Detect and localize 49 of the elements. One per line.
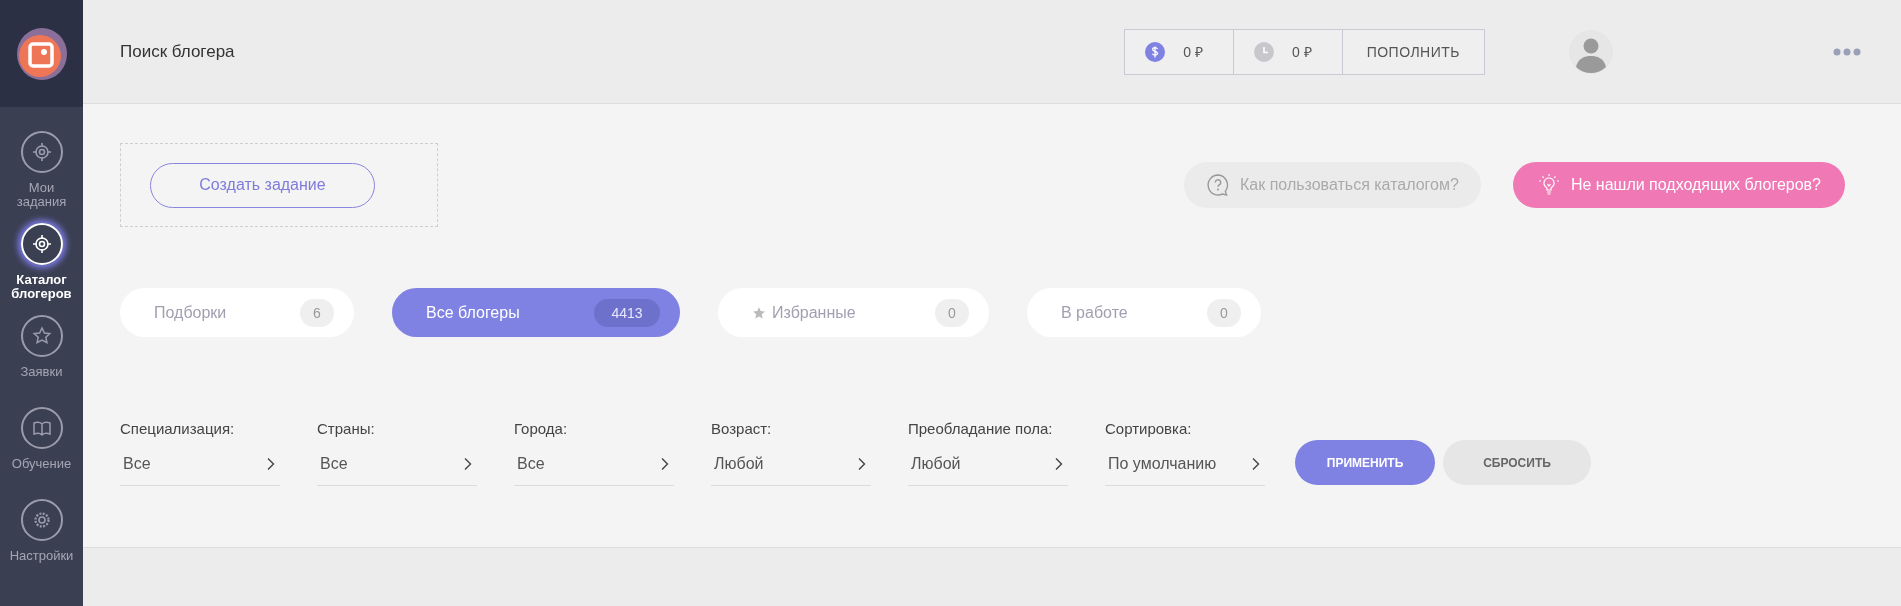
not-found-button[interactable]: Не нашли подходящих блогеров? [1512, 162, 1845, 208]
filter-label: Специализация: [120, 420, 236, 437]
count-badge: 0 [935, 298, 969, 327]
logo-icon[interactable] [15, 26, 68, 81]
filter-label: Возраст: [711, 420, 773, 437]
filter-select[interactable]: Все [317, 455, 477, 486]
top-up-button[interactable]: ПОПОЛНИТЬ [1342, 43, 1484, 60]
filter-label: Преобладание пола: [908, 420, 1054, 437]
tab-label: Избранные [772, 303, 856, 322]
question-bubble-icon [1206, 173, 1230, 197]
tab-label: Подборки [154, 303, 227, 322]
count-badge: 4413 [594, 298, 660, 327]
chevron-right-icon [1251, 457, 1261, 471]
dollar-coin-icon [1145, 41, 1166, 62]
more-icon[interactable] [1833, 47, 1861, 56]
sidebar-label[interactable]: Настройки [5, 549, 78, 563]
filter-label: Сортировка: [1105, 420, 1193, 437]
chevron-right-icon [857, 457, 867, 471]
avatar-icon[interactable] [1569, 29, 1613, 74]
lightbulb-icon [1536, 173, 1561, 197]
filter-label: Страны: [317, 420, 376, 437]
tab[interactable]: Подборки 6 [120, 288, 354, 337]
filter-select[interactable]: Все [514, 455, 674, 486]
tab[interactable]: В работе 0 [1027, 288, 1261, 337]
filter-label: Города: [514, 420, 569, 437]
sidebar-label[interactable]: Обучение [7, 457, 76, 471]
chevron-right-icon [1054, 457, 1064, 471]
tab-label: В работе [1061, 303, 1128, 322]
filter-select[interactable]: Любой [908, 455, 1068, 486]
bonus-amount: 0 ₽ [1291, 43, 1312, 61]
chevron-right-icon [266, 457, 276, 471]
chevron-right-icon [463, 457, 473, 471]
filter-select[interactable]: По умолчанию [1105, 455, 1265, 486]
tab[interactable]: Избранные 0 [718, 288, 989, 337]
chevron-right-icon [660, 457, 670, 471]
apply-button[interactable]: ПРИМЕНИТЬ [1295, 440, 1435, 485]
tab[interactable]: Все блогеры 4413 [392, 288, 680, 337]
sidebar-label[interactable]: Мои задания [0, 181, 83, 209]
page-title: Поиск блогера [120, 41, 235, 62]
sidebar-label[interactable]: Каталог блогеров [0, 273, 83, 301]
sidebar-label[interactable]: Заявки [16, 365, 67, 379]
tab-label: Все блогеры [426, 303, 520, 322]
filter-select[interactable]: Все [120, 455, 280, 486]
clock-icon [1253, 41, 1274, 62]
count-badge: 0 [1207, 298, 1241, 327]
count-badge: 6 [300, 298, 334, 327]
filter-select[interactable]: Любой [711, 455, 871, 486]
balance-amount: 0 ₽ [1183, 43, 1203, 61]
reset-button[interactable]: СБРОСИТЬ [1443, 440, 1591, 485]
